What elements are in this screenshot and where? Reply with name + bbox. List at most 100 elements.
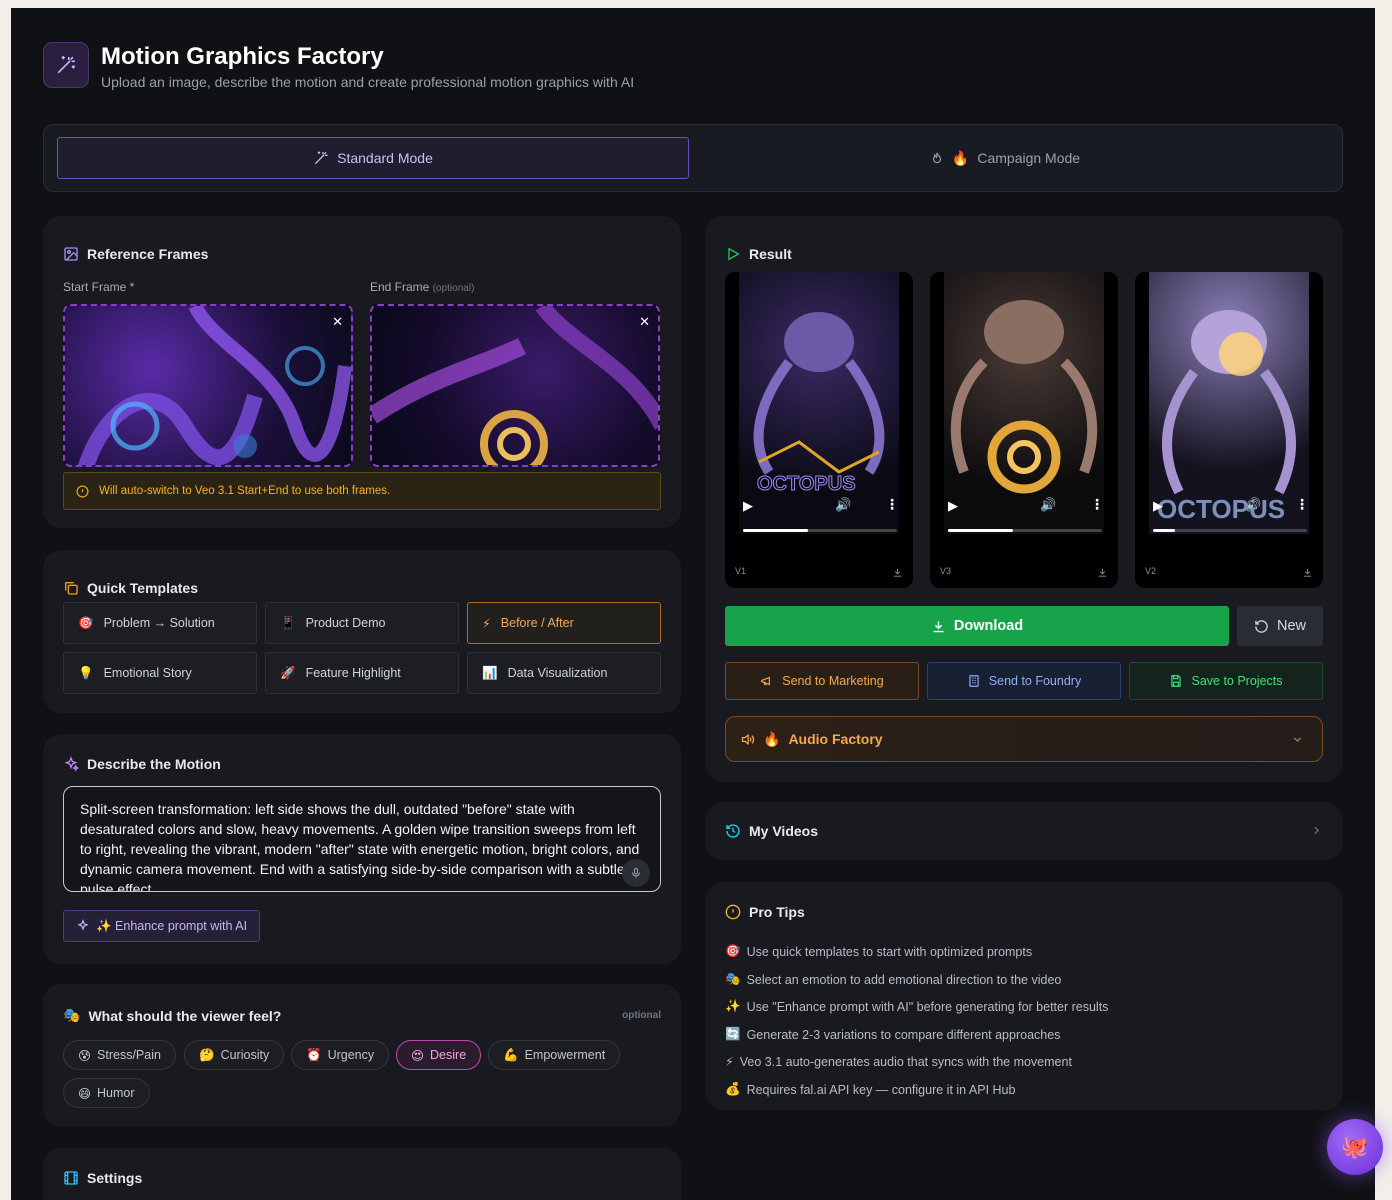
feel-chip-curiosity[interactable]: 🤔 Curiosity [184,1040,285,1070]
info-icon [76,485,89,498]
octopus-video-frame [944,272,1104,534]
mode-switch: Standard Mode 🔥 Campaign Mode [43,124,1343,192]
feel-chip-empowerment[interactable]: 💪 Empowerment [488,1040,621,1070]
page-header: Motion Graphics Factory Upload an image,… [43,42,634,90]
standard-mode-tab[interactable]: Standard Mode [57,137,689,179]
speaker-icon [740,732,755,747]
play-icon[interactable]: ▶ [743,498,753,514]
start-frame-image[interactable]: ✕ [63,304,353,467]
video-controls: ▶ 🔊 ⋮ [948,496,1104,538]
octopus-video-frame: OCTOPUS [1149,272,1309,534]
end-frame-label: End Frame (optional) [370,280,475,294]
template-before-after[interactable]: ⚡ Before / After [467,602,661,644]
viewer-feel-card: 🎭 What should the viewer feel? optional … [43,984,681,1127]
octopus-video-frame: OCTOPUS [739,272,899,534]
describe-motion-card: Describe the Motion Split-screen transfo… [43,734,681,964]
video-version-label: V3 [940,566,952,576]
reference-frames-heading: Reference Frames [63,246,208,262]
video-overlay-text: OCTOPUS [757,473,856,495]
chevron-down-icon [1291,733,1304,746]
my-videos-card[interactable]: My Videos [705,802,1343,860]
end-frame-image[interactable]: ✕ [370,304,660,467]
app-root: Motion Graphics Factory Upload an image,… [11,8,1375,1200]
motion-description-input[interactable]: Split-screen transformation: left side s… [63,786,661,892]
film-icon [63,1170,79,1186]
feel-chip-desire[interactable]: 😍 Desire [396,1040,482,1070]
template-emotional-story[interactable]: 💡 Emotional Story [63,652,257,694]
target-icon: 🎯 [78,615,94,630]
result-video-v2[interactable]: OCTOPUS ▶ 🔊 ⋮ V2 [1135,272,1323,588]
campaign-mode-label: Campaign Mode [977,150,1081,166]
play-icon[interactable]: ▶ [948,498,958,514]
megaphone-icon [760,674,774,688]
audio-factory-toggle[interactable]: 🔥 Audio Factory [725,716,1323,762]
tip-item: 🔄 Generate 2-3 variations to compare diff… [725,1027,1061,1042]
my-videos-heading: My Videos [725,823,818,839]
copy-icon [63,580,79,596]
volume-icon[interactable]: 🔊 [835,497,851,513]
page-title: Motion Graphics Factory [101,43,384,70]
pro-tips-card: Pro Tips 🎯 Use quick templates to start w… [705,882,1343,1110]
tip-item: 🎭 Select an emotion to add emotional dire… [725,972,1062,987]
describe-motion-heading: Describe the Motion [63,756,221,772]
building-icon [967,674,981,688]
magic-wand-icon [43,42,89,88]
settings-heading[interactable]: Settings [63,1170,142,1186]
pro-tips-heading: Pro Tips [725,904,805,920]
auto-switch-notice: Will auto-switch to Veo 3.1 Start+End to… [63,472,661,510]
download-button[interactable]: Download [725,606,1229,646]
tip-item: 💰 Requires fal.ai API key — configure it … [725,1082,1016,1097]
more-vertical-icon[interactable]: ⋮ [885,496,899,513]
download-icon[interactable] [1097,567,1108,578]
assistant-fab-button[interactable]: 🐙 [1327,1119,1383,1175]
feel-chip-urgency[interactable]: ⏰ Urgency [291,1040,390,1070]
volume-icon[interactable]: 🔊 [1245,497,1261,513]
lightbulb-icon: 💡 [78,665,94,680]
quick-templates-card: Quick Templates 🎯 Problem → Solution 📱 P… [43,550,681,713]
standard-mode-label: Standard Mode [337,150,433,166]
tip-item: ✨ Use "Enhance prompt with AI" before gen… [725,999,1109,1014]
video-version-label: V2 [1145,566,1157,576]
template-feature-highlight[interactable]: 🚀 Feature Highlight [265,652,459,694]
download-icon [931,619,946,634]
bar-chart-icon: 📊 [482,665,498,680]
template-data-visualization[interactable]: 📊 Data Visualization [467,652,661,694]
image-plus-icon [63,246,79,262]
result-video-v3[interactable]: ▶ 🔊 ⋮ V3 [930,272,1118,588]
optional-label: optional [622,1010,661,1021]
feel-chip-stress[interactable]: 😰 Stress/Pain [63,1040,176,1070]
history-icon [725,823,741,839]
download-icon[interactable] [1302,567,1313,578]
enhance-prompt-button[interactable]: ✨ Enhance prompt with AI [63,910,261,942]
octopus-logo-image [372,306,658,465]
save-to-projects-button[interactable]: Save to Projects [1129,662,1323,700]
template-problem-solution[interactable]: 🎯 Problem → Solution [63,602,257,644]
more-vertical-icon[interactable]: ⋮ [1295,496,1309,513]
quick-templates-heading: Quick Templates [63,580,198,596]
send-to-marketing-button[interactable]: Send to Marketing [725,662,919,700]
video-progress-bar[interactable] [1153,529,1307,532]
info-icon [725,904,741,920]
remove-start-frame-icon[interactable]: ✕ [332,314,343,330]
tip-item: 🎯 Use quick templates to start with optim… [725,944,1033,959]
video-progress-bar[interactable] [743,529,897,532]
send-to-foundry-button[interactable]: Send to Foundry [927,662,1121,700]
campaign-mode-tab[interactable]: 🔥 Campaign Mode [689,137,1321,179]
sparkles-icon [76,919,90,933]
video-progress-bar[interactable] [948,529,1102,532]
new-button[interactable]: New [1237,606,1323,646]
more-vertical-icon[interactable]: ⋮ [1090,496,1104,513]
result-video-v1[interactable]: OCTOPUS ▶ 🔊 ⋮ V1 [725,272,913,588]
template-product-demo[interactable]: 📱 Product Demo [265,602,459,644]
play-icon[interactable]: ▶ [1153,498,1163,514]
volume-icon[interactable]: 🔊 [1040,497,1056,513]
feel-chip-humor[interactable]: 😄 Humor [63,1078,150,1108]
download-icon[interactable] [892,567,903,578]
remove-end-frame-icon[interactable]: ✕ [639,314,650,330]
octopus-icon: 🐙 [1341,1134,1369,1159]
settings-card: Settings [43,1148,681,1200]
microphone-icon[interactable] [622,859,650,887]
flame-outline-icon [930,151,944,165]
video-controls: ▶ 🔊 ⋮ [1153,496,1309,538]
viewer-feel-heading: 🎭 What should the viewer feel? [63,1007,282,1024]
